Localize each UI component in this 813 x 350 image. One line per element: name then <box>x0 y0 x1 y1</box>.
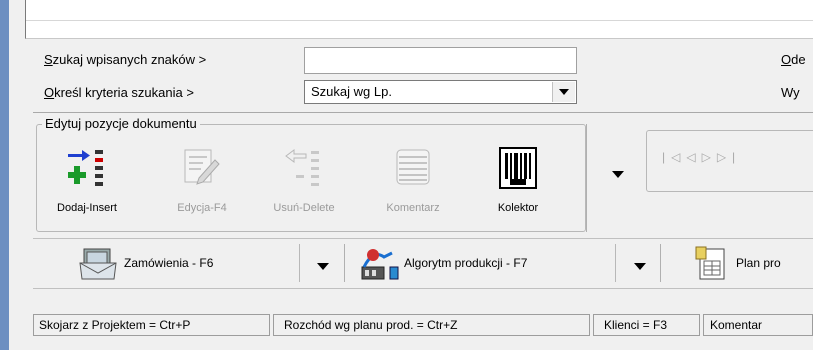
window-left-border <box>0 0 9 350</box>
delete-icon <box>285 149 319 186</box>
chevron-down-icon <box>612 170 624 178</box>
actionbar-separator <box>660 244 661 282</box>
criteria-label-text: kreśl kryteria szukania > <box>54 85 194 100</box>
search-label: Szukaj wpisanych znaków > <box>44 52 206 67</box>
edit-tools-more-button[interactable] <box>598 162 638 186</box>
add-insert-icon <box>68 150 103 186</box>
delete-label: Usuń-Delete <box>273 202 335 214</box>
right-label-1: Ode <box>781 52 806 67</box>
status-dispatch-by-plan[interactable]: Rozchód wg planu prod. = Ctr+Z <box>273 314 590 336</box>
section-divider <box>33 112 813 113</box>
production-algorithm-icon <box>361 249 399 280</box>
production-plan-label: Plan pro <box>736 256 781 270</box>
edit-button[interactable]: Edycja-F4 <box>166 149 238 222</box>
criteria-select-dropdown-button[interactable] <box>552 82 575 102</box>
collector-button[interactable]: Kolektor <box>486 147 550 222</box>
status-link-project[interactable]: Skojarz z Projektem = Ctr+P <box>33 314 270 336</box>
algorithm-button[interactable]: Algorytm produkcji - F7 <box>346 244 616 282</box>
orders-button[interactable]: Zamówienia - F6 <box>36 244 300 282</box>
comment-icon <box>396 149 430 185</box>
status-comments[interactable]: Komentar <box>703 314 813 336</box>
right-label-1-accel: O <box>781 52 792 67</box>
edit-items-group-title: Edytuj pozycje dokumentu <box>42 116 200 131</box>
first-icon[interactable]: |◁ <box>662 150 686 164</box>
production-plan-button[interactable]: Plan pro <box>662 244 813 282</box>
algorithm-label: Algorytm produkcji - F7 <box>404 256 528 270</box>
next-icon[interactable]: ▷ <box>702 150 717 164</box>
algorithm-dropdown-button[interactable] <box>624 256 656 276</box>
status-clients[interactable]: Klienci = F3 <box>593 314 700 336</box>
chevron-down-icon <box>634 262 646 270</box>
search-label-text: zukaj wpisanych znaków > <box>52 52 207 67</box>
edit-icon <box>184 149 220 185</box>
orders-dropdown-button[interactable] <box>306 256 340 276</box>
shortcut-statusbar: Skojarz z Projektem = Ctr+P Rozchód wg p… <box>33 314 813 336</box>
edit-label: Edycja-F4 <box>177 202 227 214</box>
add-insert-button[interactable]: Dodaj-Insert <box>44 150 130 222</box>
actionbar-top-line <box>33 238 813 239</box>
comment-label: Komentarz <box>386 202 440 214</box>
chevron-down-icon <box>559 89 569 95</box>
right-label-2: Wy <box>781 85 800 100</box>
search-input[interactable] <box>304 47 577 74</box>
criteria-select-value: Szukaj wg Lp. <box>311 84 392 99</box>
collector-label: Kolektor <box>497 202 539 214</box>
actionbar-separator <box>344 244 345 282</box>
navigation-buttons: |◁◁▷▷| <box>662 150 741 164</box>
delete-button[interactable]: Usuń-Delete <box>266 149 342 222</box>
production-plan-icon <box>695 246 725 280</box>
orders-icon <box>79 248 117 280</box>
right-label-1-text: de <box>791 52 806 67</box>
chevron-down-icon <box>317 262 329 270</box>
criteria-label-accel: O <box>44 85 55 100</box>
actionbar-bottom-line <box>33 288 813 289</box>
comment-button[interactable]: Komentarz <box>378 149 448 222</box>
prev-icon[interactable]: ◁ <box>686 150 701 164</box>
last-icon[interactable]: ▷| <box>717 150 741 164</box>
add-insert-label: Dodaj-Insert <box>57 202 117 214</box>
search-label-accel: S <box>44 52 53 67</box>
toolbar-separator <box>586 124 587 232</box>
criteria-label: Określ kryteria szukania > <box>44 85 194 100</box>
barcode-icon <box>499 147 537 189</box>
criteria-select[interactable]: Szukaj wg Lp. <box>304 80 577 104</box>
grid-row-line <box>26 20 813 21</box>
orders-label: Zamówienia - F6 <box>124 256 214 270</box>
document-items-grid[interactable] <box>25 0 813 39</box>
